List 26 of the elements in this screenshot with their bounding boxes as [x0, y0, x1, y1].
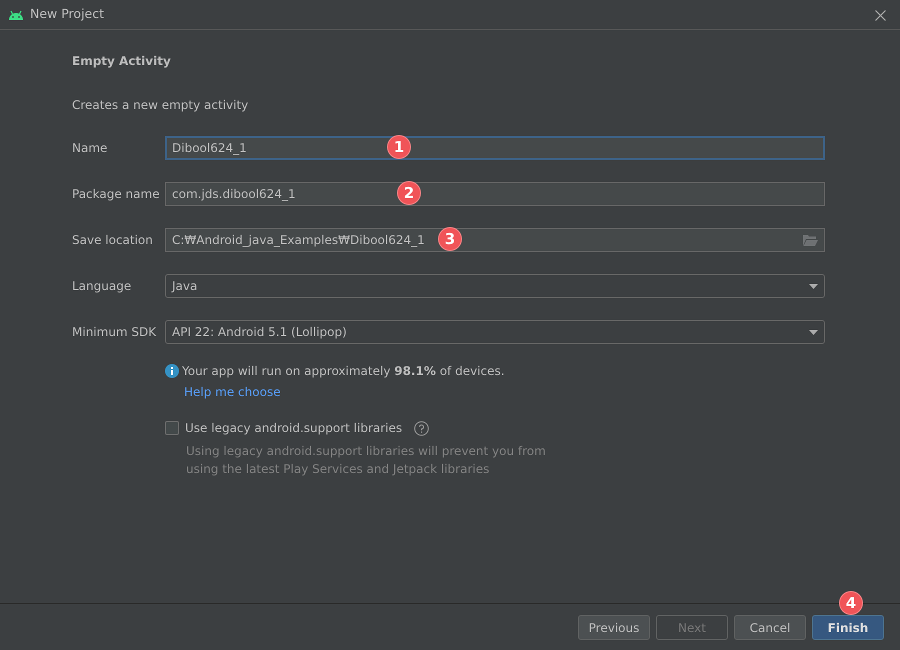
help-icon[interactable]	[414, 420, 430, 436]
info-icon	[165, 364, 179, 378]
checkbox-label[interactable]: Use legacy android.support libraries	[185, 419, 402, 437]
dialog-button[interactable]: Cancel	[734, 615, 806, 640]
dropdown-arrow-icon	[809, 284, 818, 288]
dropdown[interactable]: Java	[165, 274, 825, 298]
dialog-button: Next	[656, 615, 728, 640]
android-logo-icon	[8, 10, 24, 20]
field-label: Save location	[72, 232, 154, 249]
checkbox[interactable]	[165, 421, 179, 435]
field-label: Language	[72, 278, 132, 295]
field-label: Package name	[72, 186, 161, 203]
info-text: Your app will run on approximately 98.1% of devices.	[182, 363, 505, 380]
heading: Empty Activity	[72, 53, 172, 70]
field-label: Minimum SDK	[72, 324, 158, 341]
description: Creates a new empty activity	[72, 97, 250, 114]
field-label: Name	[72, 140, 108, 157]
dialog-button[interactable]: Previous	[578, 615, 650, 640]
close-icon	[875, 10, 886, 21]
number-badge: 4	[839, 591, 863, 615]
dropdown[interactable]: API 22: Android 5.1 (Lollipop)	[165, 320, 825, 344]
hint-text: Using legacy android.support libraries will prevent you from using the latest Play Services and Jetpack libraries	[186, 443, 547, 478]
window-title: New Project	[30, 5, 104, 24]
dropdown-arrow-icon	[809, 330, 818, 334]
dialog-button[interactable]: Finish	[812, 615, 884, 640]
help-link[interactable]: Help me choose	[184, 383, 281, 401]
